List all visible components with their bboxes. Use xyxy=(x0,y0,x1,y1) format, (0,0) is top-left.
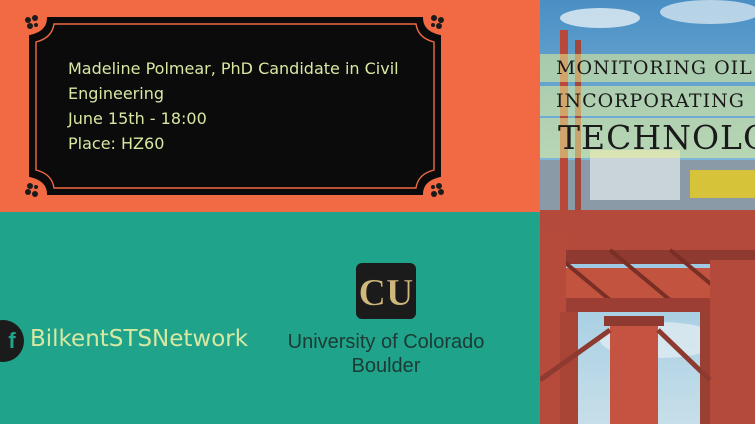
ornament-icon xyxy=(431,15,444,29)
title-banner-line-2: INCORPORATING xyxy=(540,86,755,116)
university-name: University of Colorado Boulder xyxy=(274,330,498,378)
social-handle[interactable]: BilkentSTSNetwork xyxy=(30,326,248,352)
university-name-line-2: Boulder xyxy=(351,355,421,377)
svg-text:CU: CU xyxy=(359,272,414,314)
ornament-icon xyxy=(25,15,38,29)
ornament-icon xyxy=(431,183,444,197)
title-banner-line-1: MONITORING OIL xyxy=(540,54,755,82)
ornament-icon xyxy=(25,183,38,197)
university-logo-icon: CU xyxy=(356,263,416,319)
corner-ornaments xyxy=(25,15,444,197)
top-orange-panel: Madeline Polmear, PhD Candidate in Civil… xyxy=(0,0,540,212)
university-name-line-1: University of Colorado xyxy=(287,331,485,353)
bottom-teal-panel xyxy=(0,212,540,424)
title-banner-line-3: TECHNOLOGY xyxy=(540,118,755,158)
